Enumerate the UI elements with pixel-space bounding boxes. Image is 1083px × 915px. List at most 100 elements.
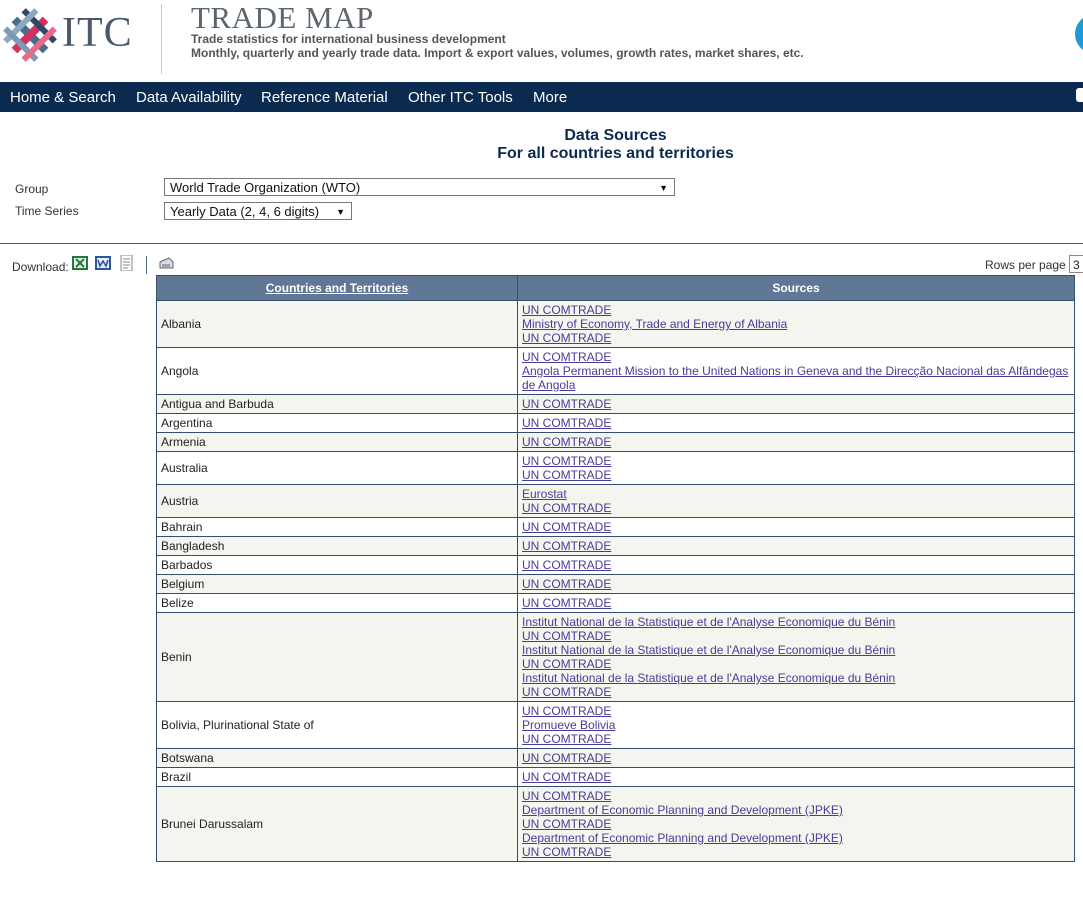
source-link[interactable]: UN COMTRADE bbox=[522, 657, 1070, 671]
section-divider bbox=[0, 243, 1083, 244]
trade-map-title[interactable]: TRADE MAP bbox=[191, 2, 374, 34]
source-link[interactable]: UN COMTRADE bbox=[522, 685, 1070, 699]
header-subtitle-1: Trade statistics for international busin… bbox=[191, 32, 506, 46]
source-link[interactable]: UN COMTRADE bbox=[522, 770, 1070, 784]
rows-per-page-input[interactable]: 3 bbox=[1069, 255, 1083, 273]
toolbar-separator bbox=[146, 256, 147, 274]
table-row: Bolivia, Plurinational State of UN COMTRA… bbox=[156, 701, 1075, 749]
source-link[interactable]: UN COMTRADE bbox=[522, 501, 1070, 515]
source-link[interactable]: UN COMTRADE bbox=[522, 331, 1070, 345]
source-link[interactable]: Department of Economic Planning and Deve… bbox=[522, 831, 1070, 845]
user-avatar-icon[interactable] bbox=[1075, 14, 1083, 54]
nav-item-other-itc-tools[interactable]: Other ITC Tools bbox=[408, 89, 513, 106]
word-download-icon[interactable] bbox=[95, 255, 111, 271]
source-link[interactable]: Institut National de la Statistique et d… bbox=[522, 671, 1070, 685]
header-subtitle-2: Monthly, quarterly and yearly trade data… bbox=[191, 46, 804, 60]
sources-cell: UN COMTRADE Promueve Bolivia UN COMTRADE bbox=[517, 701, 1075, 749]
table-row: Brunei Darussalam UN COMTRADE Department o… bbox=[156, 786, 1075, 862]
main-nav: Home & Search Data Availability Referenc… bbox=[0, 82, 1083, 112]
table-row: Antigua and Barbuda UN COMTRADE bbox=[156, 394, 1075, 414]
nav-item-reference-material[interactable]: Reference Material bbox=[261, 89, 388, 106]
source-link[interactable]: Department of Economic Planning and Deve… bbox=[522, 803, 1070, 817]
country-cell: Brunei Darussalam bbox=[156, 786, 518, 862]
source-link[interactable]: Angola Permanent Mission to the United N… bbox=[522, 364, 1070, 392]
source-link[interactable]: Ministry of Economy, Trade and Energy of… bbox=[522, 317, 1070, 331]
sources-cell: UN COMTRADE bbox=[517, 574, 1075, 594]
table-row: Albania UN COMTRADE Ministry of Economy, T… bbox=[156, 300, 1075, 348]
table-row: Bangladesh UN COMTRADE bbox=[156, 536, 1075, 556]
source-link[interactable]: UN COMTRADE bbox=[522, 629, 1070, 643]
source-link[interactable]: UN COMTRADE bbox=[522, 397, 1070, 411]
source-link[interactable]: UN COMTRADE bbox=[522, 303, 1070, 317]
country-cell: Botswana bbox=[156, 748, 518, 768]
country-cell: Armenia bbox=[156, 432, 518, 452]
source-link[interactable]: UN COMTRADE bbox=[522, 416, 1070, 430]
sources-cell: UN COMTRADE Ministry of Economy, Trade an… bbox=[517, 300, 1075, 348]
source-link[interactable]: UN COMTRADE bbox=[522, 732, 1070, 746]
text-download-icon[interactable] bbox=[119, 255, 135, 271]
sources-cell: Institut National de la Statistique et d… bbox=[517, 612, 1075, 702]
nav-item-more[interactable]: More bbox=[533, 89, 567, 106]
source-link[interactable]: Institut National de la Statistique et d… bbox=[522, 643, 1070, 657]
time-series-select[interactable]: Yearly Data (2, 4, 6 digits) ▼ bbox=[164, 202, 352, 220]
country-cell: Australia bbox=[156, 451, 518, 485]
column-header-countries[interactable]: Countries and Territories bbox=[156, 275, 518, 301]
source-link[interactable]: UN COMTRADE bbox=[522, 751, 1070, 765]
sources-cell: UN COMTRADE bbox=[517, 394, 1075, 414]
source-link[interactable]: UN COMTRADE bbox=[522, 435, 1070, 449]
nav-item-home-search[interactable]: Home & Search bbox=[10, 89, 116, 106]
source-link[interactable]: UN COMTRADE bbox=[522, 789, 1070, 803]
table-row: Belize UN COMTRADE bbox=[156, 593, 1075, 613]
sources-cell: UN COMTRADE bbox=[517, 432, 1075, 452]
excel-download-icon[interactable] bbox=[72, 255, 88, 271]
source-link[interactable]: UN COMTRADE bbox=[522, 558, 1070, 572]
country-cell: Angola bbox=[156, 347, 518, 395]
source-link[interactable]: Institut National de la Statistique et d… bbox=[522, 615, 1070, 629]
download-label: Download: bbox=[12, 260, 69, 274]
nav-item-data-availability[interactable]: Data Availability bbox=[136, 89, 242, 106]
sources-cell: UN COMTRADE bbox=[517, 517, 1075, 537]
source-link[interactable]: UN COMTRADE bbox=[522, 468, 1070, 482]
source-link[interactable]: Promueve Bolivia bbox=[522, 718, 1070, 732]
country-cell: Barbados bbox=[156, 555, 518, 575]
country-cell: Belgium bbox=[156, 574, 518, 594]
source-link[interactable]: UN COMTRADE bbox=[522, 596, 1070, 610]
country-cell: Austria bbox=[156, 484, 518, 518]
source-link[interactable]: UN COMTRADE bbox=[522, 520, 1070, 534]
page-title-line1: Data Sources bbox=[564, 127, 667, 144]
source-link[interactable]: UN COMTRADE bbox=[522, 817, 1070, 831]
time-series-label: Time Series bbox=[15, 204, 79, 218]
table-row: Angola UN COMTRADE Angola Permanent Missio… bbox=[156, 347, 1075, 395]
table-row: Barbados UN COMTRADE bbox=[156, 555, 1075, 575]
source-link[interactable]: UN COMTRADE bbox=[522, 454, 1070, 468]
column-header-sources: Sources bbox=[517, 275, 1075, 301]
country-cell: Antigua and Barbuda bbox=[156, 394, 518, 414]
group-select[interactable]: World Trade Organization (WTO) ▼ bbox=[164, 178, 675, 196]
dropdown-arrow-icon: ▼ bbox=[659, 183, 668, 193]
table-row: Australia UN COMTRADE UN COMTRADE bbox=[156, 451, 1075, 485]
country-cell: Bahrain bbox=[156, 517, 518, 537]
source-link[interactable]: UN COMTRADE bbox=[522, 845, 1070, 859]
sources-cell: UN COMTRADE UN COMTRADE bbox=[517, 451, 1075, 485]
source-link[interactable]: UN COMTRADE bbox=[522, 577, 1070, 591]
rows-per-page-label: Rows per page bbox=[985, 258, 1066, 272]
sources-cell: Eurostat UN COMTRADE bbox=[517, 484, 1075, 518]
table-row: Belgium UN COMTRADE bbox=[156, 574, 1075, 594]
time-series-select-value: Yearly Data (2, 4, 6 digits) bbox=[170, 204, 320, 219]
sources-cell: UN COMTRADE bbox=[517, 593, 1075, 613]
sources-cell: UN COMTRADE bbox=[517, 555, 1075, 575]
country-cell: Bolivia, Plurinational State of bbox=[156, 701, 518, 749]
group-select-value: World Trade Organization (WTO) bbox=[170, 180, 361, 195]
source-link[interactable]: UN COMTRADE bbox=[522, 704, 1070, 718]
source-link[interactable]: UN COMTRADE bbox=[522, 350, 1070, 364]
sources-cell: UN COMTRADE bbox=[517, 748, 1075, 768]
country-cell: Brazil bbox=[156, 767, 518, 787]
site-header: ITC TRADE MAP Trade statistics for inter… bbox=[0, 0, 1083, 82]
nav-user-icon[interactable] bbox=[1076, 88, 1083, 102]
source-link[interactable]: Eurostat bbox=[522, 487, 1070, 501]
source-link[interactable]: UN COMTRADE bbox=[522, 539, 1070, 553]
table-row: Benin Institut National de la Statistique… bbox=[156, 612, 1075, 702]
sources-cell: UN COMTRADE bbox=[517, 536, 1075, 556]
country-cell: Bangladesh bbox=[156, 536, 518, 556]
print-icon[interactable] bbox=[157, 256, 175, 272]
